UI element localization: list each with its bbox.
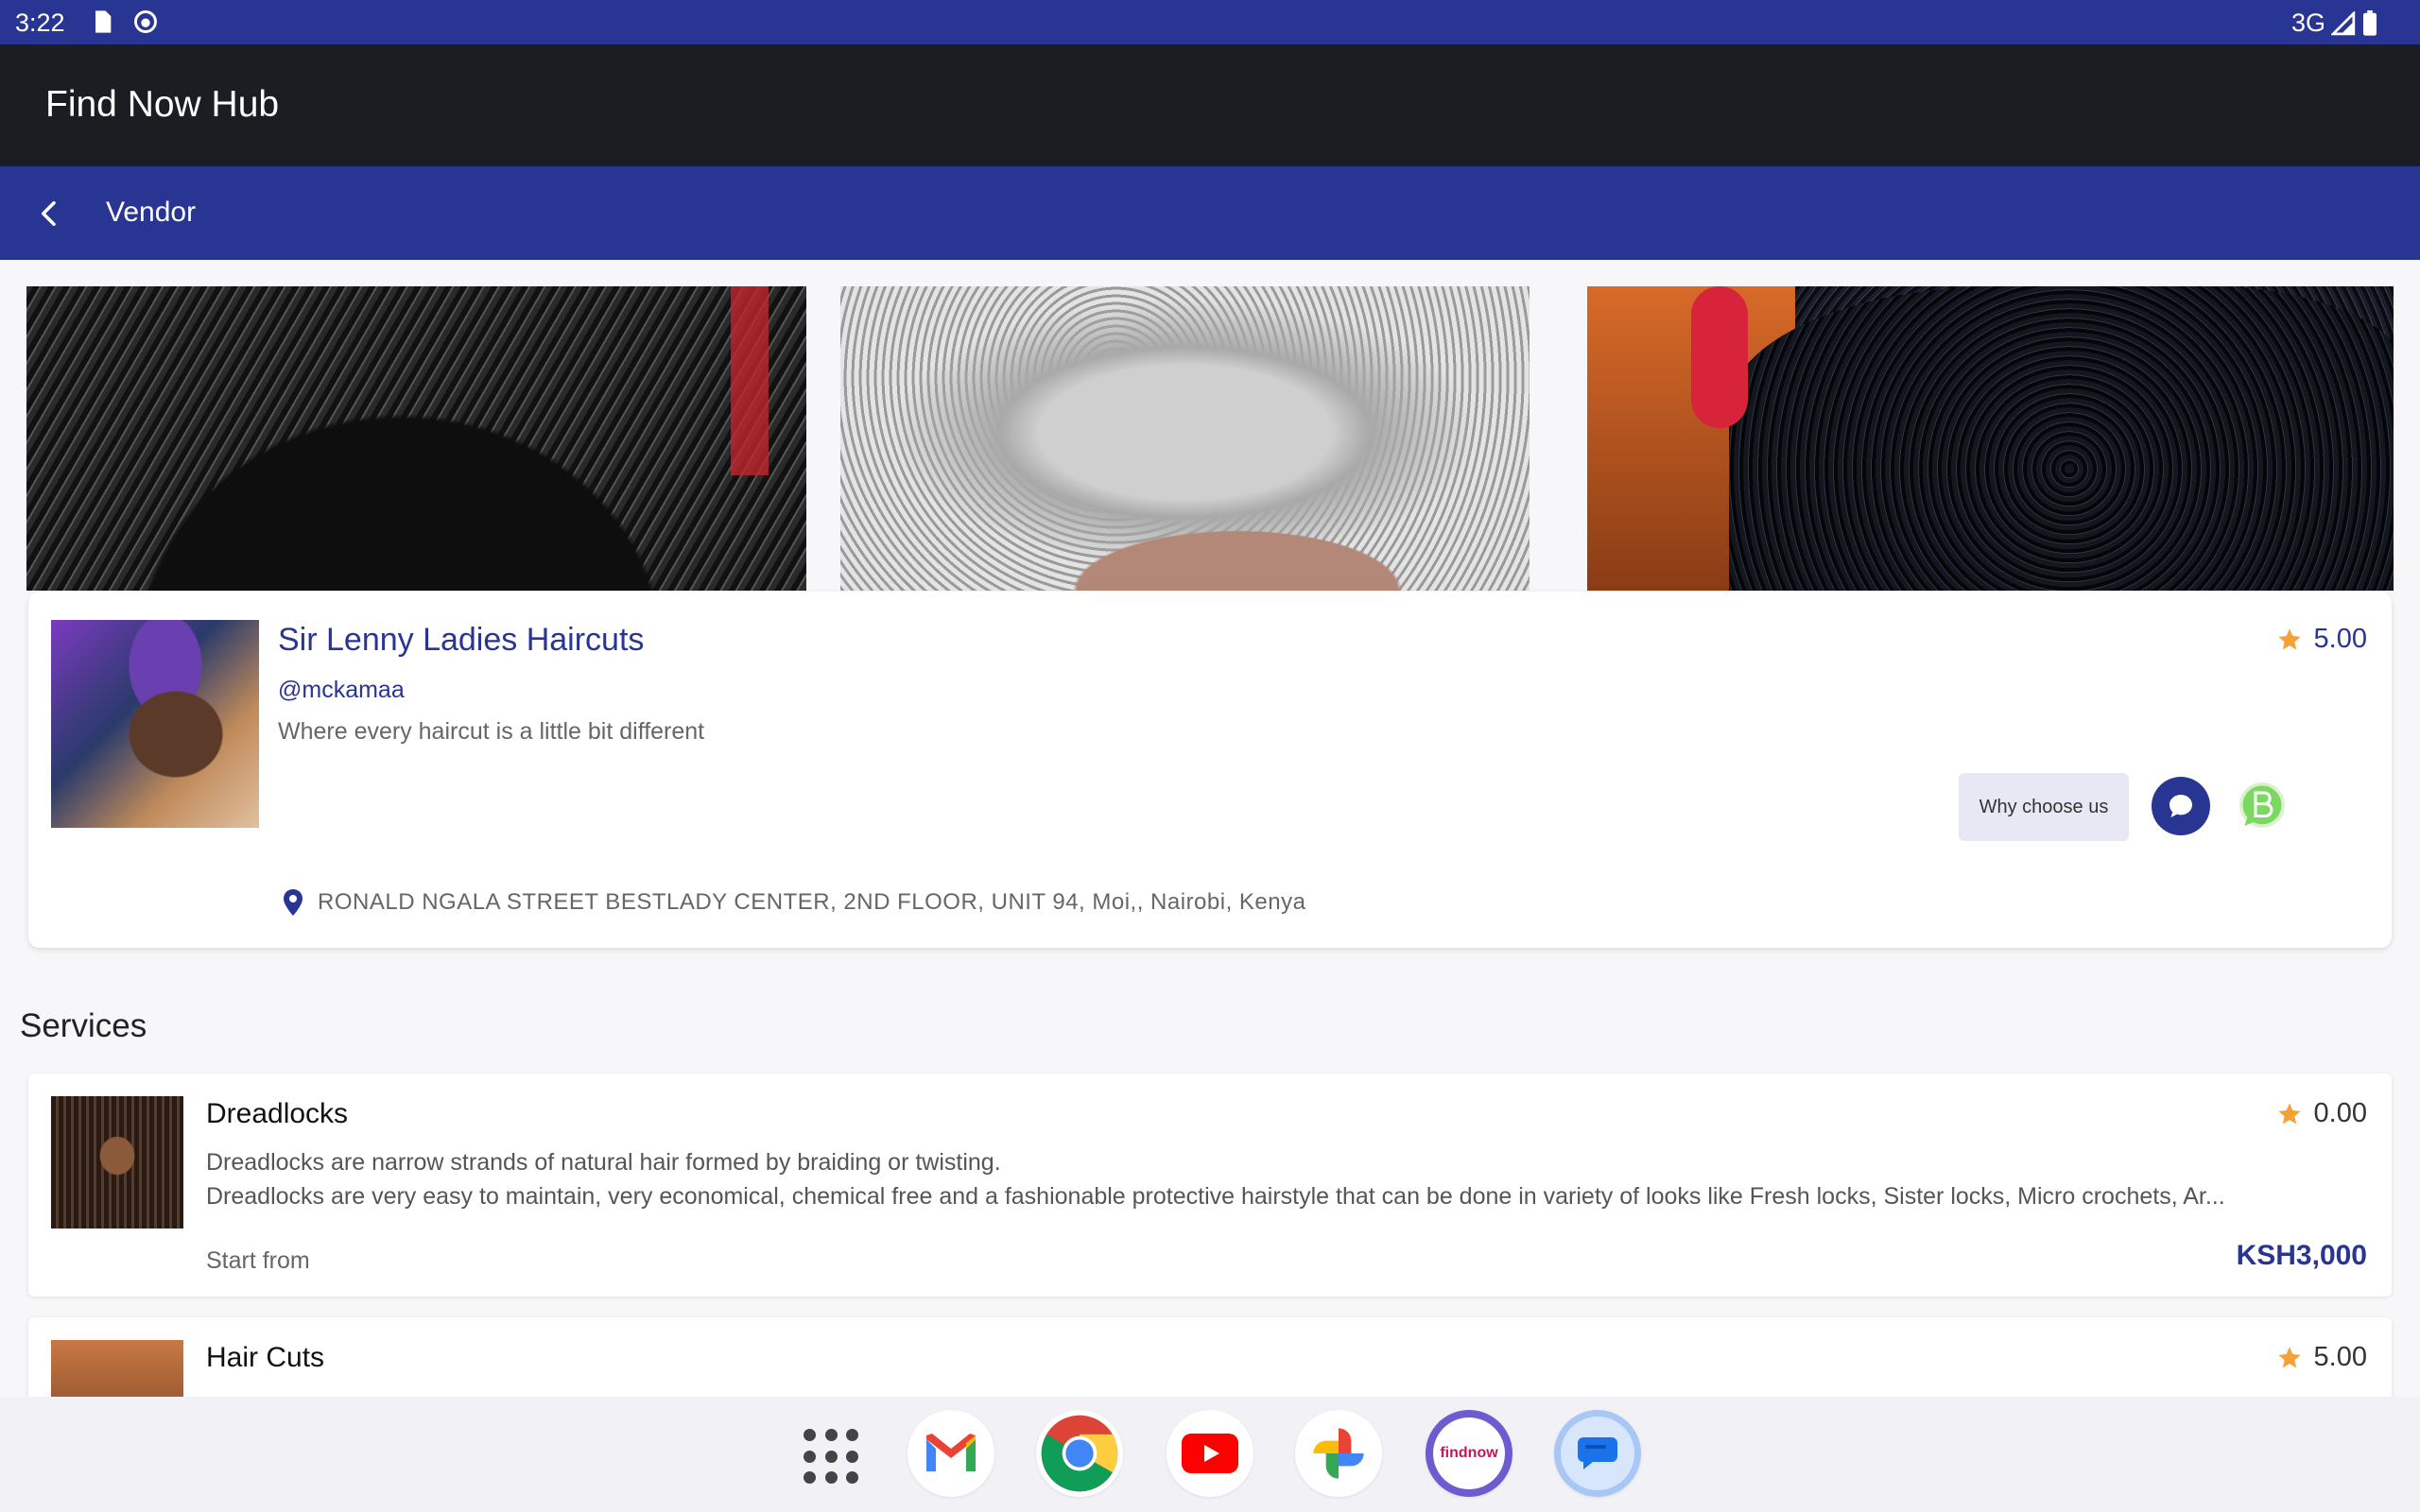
vendor-handle[interactable]: @mckamaa xyxy=(278,677,405,704)
whatsapp-business-button[interactable] xyxy=(2233,777,2291,835)
gmail-glyph xyxy=(926,1434,976,1471)
findnow-icon[interactable]: findnow xyxy=(1426,1410,1512,1497)
status-time: 3:22 xyxy=(15,9,65,37)
star-icon xyxy=(2277,1346,2301,1367)
vendor-address-text: RONALD NGALA STREET BESTLADY CENTER, 2ND… xyxy=(318,889,1306,915)
app-drawer-icon[interactable] xyxy=(804,1429,860,1486)
messages-icon[interactable] xyxy=(1554,1410,1641,1497)
service-start-label: Start from xyxy=(206,1247,310,1274)
vendor-tagline: Where every haircut is a little bit diff… xyxy=(278,718,705,745)
chat-bubble-icon xyxy=(2169,795,2192,817)
chevron-left-icon xyxy=(42,201,56,226)
vendor-header: Vendor xyxy=(0,166,2420,260)
service-rating: 0.00 xyxy=(2276,1098,2367,1129)
whatsapp-business-icon xyxy=(2239,782,2285,828)
status-bar: 3:22 3G xyxy=(0,0,2420,44)
vendor-card: Sir Lenny Ladies Haircuts @mckamaa Where… xyxy=(28,592,2392,948)
service-description-line-2: Dreadlocks are very easy to maintain, ve… xyxy=(206,1183,2225,1210)
youtube-icon[interactable] xyxy=(1167,1410,1253,1497)
service-card-dreadlocks[interactable]: Dreadlocks 0.00 Dreadlocks are narrow st… xyxy=(28,1074,2392,1297)
battery-icon xyxy=(2363,9,2377,36)
back-button[interactable] xyxy=(25,189,74,238)
app-title: Find Now Hub xyxy=(45,84,280,125)
service-name: Hair Cuts xyxy=(206,1342,325,1373)
sd-card-icon xyxy=(95,10,112,33)
gallery-image-1[interactable] xyxy=(26,286,806,591)
service-price: KSH3,000 xyxy=(2236,1240,2367,1271)
photos-icon[interactable] xyxy=(1295,1410,1382,1497)
vendor-address[interactable]: RONALD NGALA STREET BESTLADY CENTER, 2ND… xyxy=(282,888,1305,917)
findnow-logo: findnow xyxy=(1433,1418,1505,1489)
star-icon xyxy=(2277,1102,2301,1124)
header-title: Vendor xyxy=(106,197,197,228)
gmail-icon[interactable] xyxy=(908,1410,994,1497)
gallery-hair xyxy=(1729,286,2394,591)
chrome-icon[interactable] xyxy=(1036,1410,1123,1497)
gallery-image-3[interactable] xyxy=(1587,286,2394,591)
vendor-rating: 5.00 xyxy=(2276,624,2367,655)
gallery-image-2[interactable] xyxy=(840,286,1530,591)
service-rating: 5.00 xyxy=(2276,1342,2367,1373)
service-description: Dreadlocks are narrow strands of natural… xyxy=(206,1145,2371,1213)
network-label: 3G xyxy=(2290,9,2325,37)
messages-inner xyxy=(1561,1417,1634,1490)
signal-icon xyxy=(2331,10,2356,35)
location-pin-icon xyxy=(284,889,302,916)
vendor-rating-value: 5.00 xyxy=(2313,624,2367,654)
messages-glyph xyxy=(1578,1437,1617,1469)
service-image xyxy=(51,1096,183,1228)
star-icon xyxy=(2277,627,2301,649)
service-rating-value: 0.00 xyxy=(2313,1098,2367,1128)
status-right: 3G xyxy=(2291,9,2378,38)
service-description-line-1: Dreadlocks are narrow strands of natural… xyxy=(206,1149,1001,1176)
vendor-avatar[interactable] xyxy=(51,620,259,828)
notification-icon xyxy=(134,10,157,33)
why-choose-us-button[interactable]: Why choose us xyxy=(1959,773,2129,841)
service-rating-value: 5.00 xyxy=(2313,1342,2367,1372)
service-name: Dreadlocks xyxy=(206,1098,349,1129)
app-bar: Find Now Hub xyxy=(0,44,2420,166)
app-dock: findnow xyxy=(0,1397,2420,1512)
chat-button[interactable] xyxy=(2152,777,2210,835)
youtube-glyph xyxy=(1182,1434,1238,1473)
services-heading: Services xyxy=(20,1007,147,1044)
chrome-glyph xyxy=(1041,1415,1118,1492)
photos-glyph xyxy=(1313,1428,1364,1479)
vendor-name: Sir Lenny Ladies Haircuts xyxy=(278,622,645,658)
